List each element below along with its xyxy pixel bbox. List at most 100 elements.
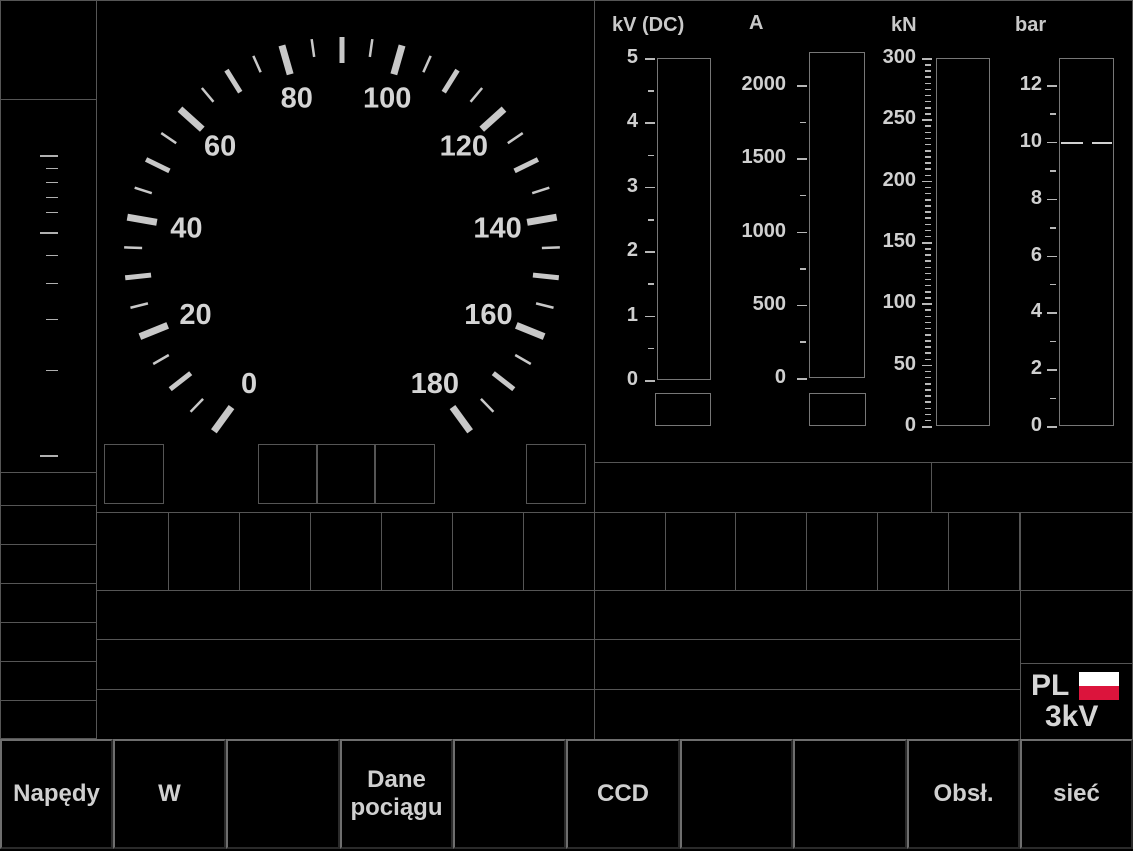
scale-minor-tick — [925, 82, 931, 85]
speed-tick — [130, 302, 149, 309]
indicator-box — [104, 444, 164, 504]
left-cell — [0, 622, 97, 662]
scale-minor-tick — [925, 413, 931, 416]
scale-label: 1 — [626, 303, 638, 326]
current-unit: A — [749, 12, 764, 34]
scale-minor-tick — [925, 383, 931, 385]
speed-tick — [177, 106, 205, 132]
scale-major-tick — [922, 180, 932, 183]
scale-minor-tick — [925, 309, 931, 311]
scale-minor-tick — [925, 370, 931, 373]
speed-tick — [469, 87, 484, 103]
distance-tick — [46, 168, 58, 169]
softkey-train-data[interactable]: Dane pociągu — [340, 739, 453, 849]
scale-label: 5 — [626, 46, 638, 68]
scale-minor-tick — [800, 194, 806, 197]
scale-minor-tick — [925, 352, 931, 354]
softkey-w[interactable]: W — [113, 739, 226, 849]
softkey-drives[interactable]: Napędy — [0, 739, 113, 849]
scale-major-tick — [645, 380, 655, 382]
speed-tick — [126, 213, 158, 226]
status-field — [594, 462, 932, 513]
scale-label: 1000 — [741, 219, 787, 242]
distance-tick — [46, 370, 58, 371]
scale-minor-tick — [925, 340, 931, 342]
pressure-unit: bar — [1015, 14, 1047, 36]
scale-minor-tick — [925, 162, 931, 164]
speed-tick — [144, 157, 171, 174]
scale-minor-tick — [925, 64, 931, 66]
scale-minor-tick — [1050, 227, 1056, 229]
softkey-7[interactable] — [680, 739, 793, 849]
speed-label: 140 — [473, 213, 521, 245]
speed-tick — [541, 246, 560, 250]
scale-minor-tick — [925, 186, 931, 189]
scale-minor-tick — [925, 192, 931, 195]
speed-tick — [535, 302, 554, 309]
message-line — [96, 590, 595, 640]
speed-tick — [449, 405, 473, 434]
softkey-3[interactable] — [226, 739, 340, 849]
scale-minor-tick — [925, 266, 931, 269]
pressure-bar — [1059, 58, 1114, 426]
message-line — [594, 689, 1021, 740]
scale-minor-tick — [925, 321, 931, 324]
speed-label: 80 — [281, 82, 313, 114]
scale-major-tick — [922, 364, 932, 367]
scale-minor-tick — [925, 315, 931, 318]
scale-minor-tick — [1050, 340, 1056, 343]
scale-major-tick — [645, 315, 655, 318]
speed-tick — [189, 397, 204, 413]
speed-tick — [152, 353, 170, 366]
scale-minor-tick — [1050, 170, 1056, 172]
speed-tick — [422, 55, 432, 73]
symbol-cell — [239, 512, 311, 591]
scale-minor-tick — [648, 219, 654, 221]
scale-minor-tick — [1050, 283, 1056, 286]
symbol-cell — [1019, 512, 1133, 591]
scale-minor-tick — [925, 70, 931, 72]
scale-minor-tick — [925, 254, 931, 256]
scale-minor-tick — [800, 341, 806, 343]
scale-minor-tick — [1050, 113, 1056, 115]
distance-tick — [46, 197, 58, 198]
scale-label: 4 — [1030, 300, 1042, 323]
scale-major-tick — [922, 119, 932, 121]
scale-major-tick — [1047, 369, 1057, 371]
softkey-8[interactable] — [793, 739, 907, 849]
scale-minor-tick — [925, 229, 931, 232]
softkey-5[interactable] — [453, 739, 566, 849]
left-cell — [0, 661, 97, 701]
voltage-system: 3kV — [1045, 700, 1099, 733]
speed-label: 0 — [241, 368, 257, 400]
scale-major-tick — [797, 231, 807, 233]
speed-tick — [138, 322, 170, 340]
scale-label: 150 — [882, 230, 916, 252]
scale-minor-tick — [925, 223, 931, 226]
scale-label: 100 — [882, 291, 916, 314]
scale-major-tick — [1047, 85, 1057, 87]
scale-major-tick — [1047, 312, 1057, 314]
symbol-cell — [381, 512, 453, 591]
softkey-service[interactable]: Obsł. — [907, 739, 1020, 849]
scale-minor-tick — [925, 156, 931, 158]
speed-tick — [532, 272, 560, 281]
scale-label: 0 — [626, 368, 638, 390]
speed-tick — [252, 55, 262, 73]
scale-minor-tick — [925, 168, 931, 170]
softkey-ccd[interactable]: CCD — [566, 739, 680, 849]
scale-minor-tick — [925, 284, 931, 287]
scale-minor-tick — [925, 291, 931, 293]
scale-major-tick — [922, 303, 932, 305]
speed-label: 160 — [464, 299, 512, 331]
scale-label: 1500 — [741, 146, 787, 169]
scale-label: 10 — [1019, 129, 1042, 152]
speed-label: 100 — [363, 82, 411, 114]
voltage-value-box — [655, 393, 711, 426]
softkey-network[interactable]: sieć — [1020, 739, 1133, 849]
scale-label: 300 — [882, 46, 916, 68]
pressure-marker-line — [1061, 141, 1083, 144]
scale-minor-tick — [925, 100, 931, 103]
current-bar — [809, 52, 865, 378]
distance-tick — [46, 182, 58, 183]
